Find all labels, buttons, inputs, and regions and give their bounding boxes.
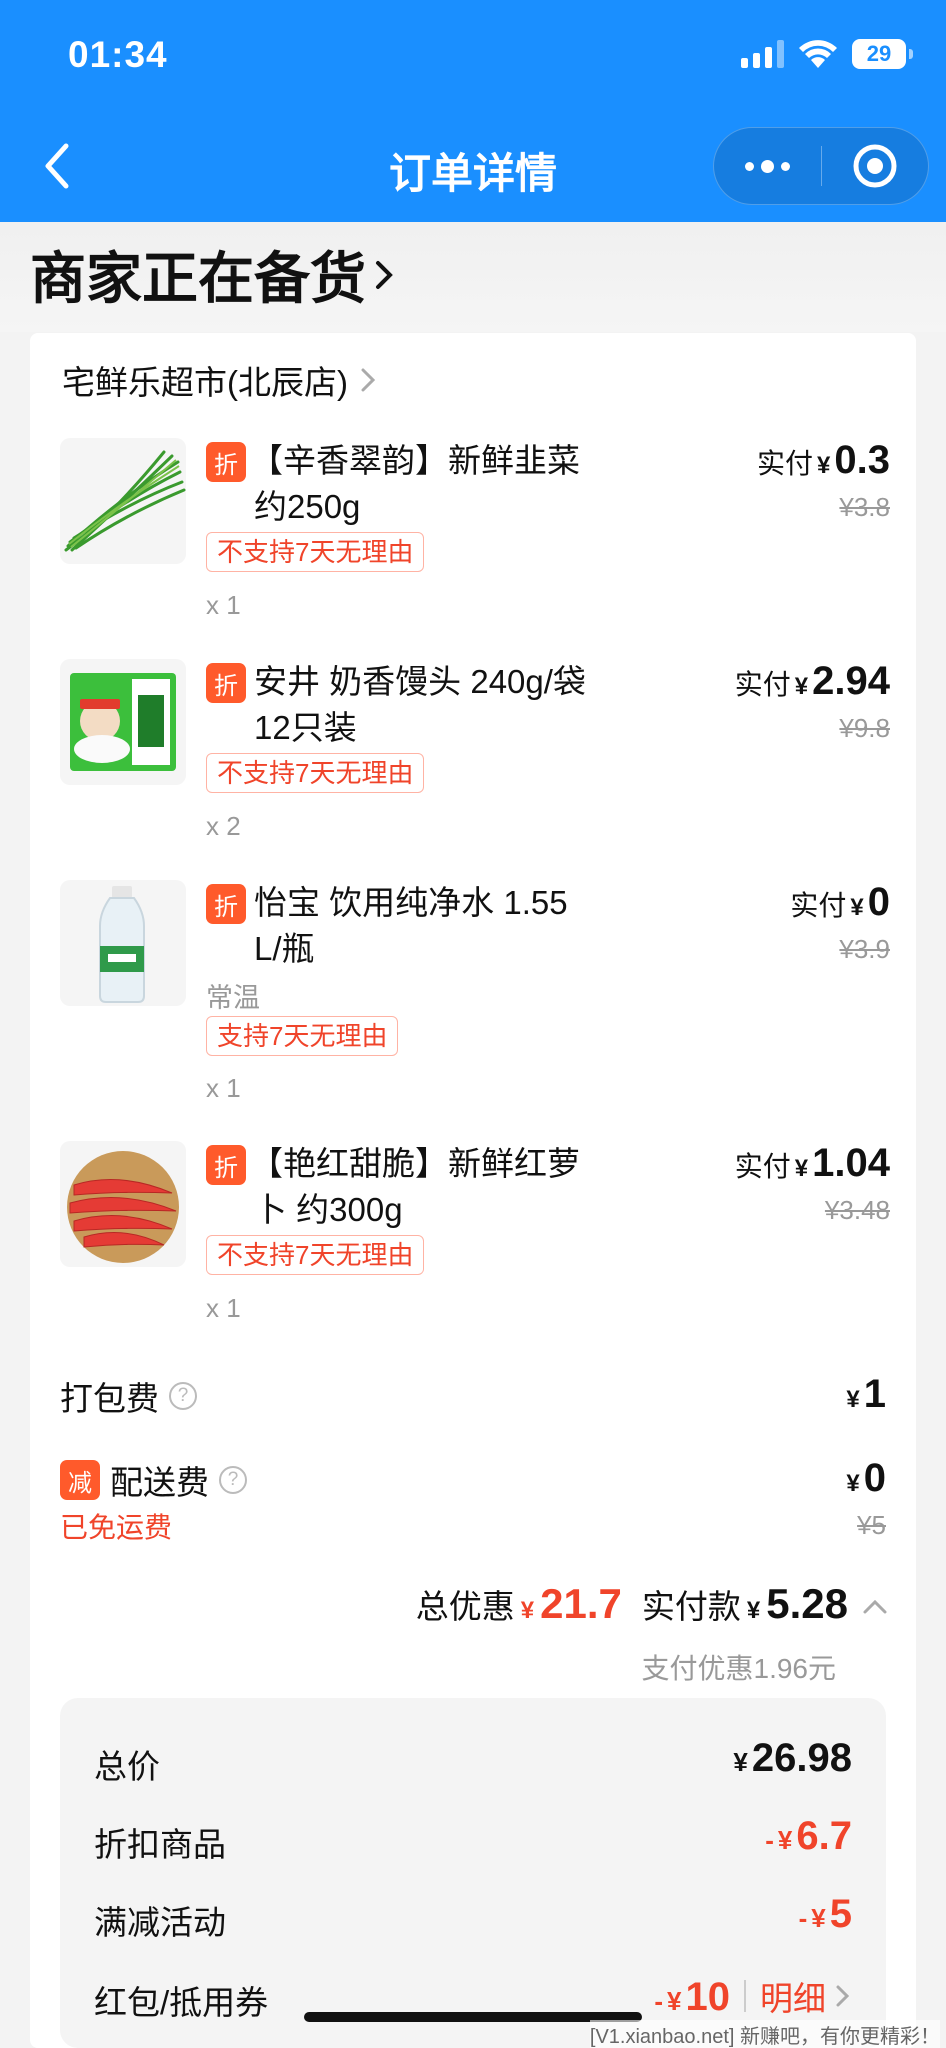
order-item[interactable]: 折 安井 奶香馒头 240g/袋 12只装 不支持7天无理由 x 2 实付 ¥ … (60, 659, 890, 849)
paid-total-label: 实付款 (641, 1588, 741, 1625)
delivery-fee-row: 减 配送费 ? 已免运费 ¥ 0 ¥5 (60, 1456, 886, 1556)
discount-tag: 折 (206, 1145, 246, 1185)
chevron-up-icon (863, 1599, 887, 1614)
return-policy-tag: 不支持7天无理由 (206, 532, 425, 572)
wifi-icon (799, 40, 837, 68)
product-spec: 常温 (206, 983, 260, 1013)
order-item[interactable]: 折 【艳红甜脆】新鲜红萝 卜 约300g 不支持7天无理由 x 1 实付 ¥ 1… (60, 1141, 890, 1331)
order-item[interactable]: 折 【辛香翠韵】新鲜韭菜 约250g 不支持7天无理由 x 1 实付 ¥ 0.3… (60, 438, 890, 628)
packing-fee-amount: ¥ 1 (846, 1372, 886, 1416)
breakdown-row: 满减活动 - ¥ 5 (94, 1892, 852, 1941)
original-price: ¥3.8 (839, 492, 890, 522)
chevron-right-icon (836, 1985, 850, 2007)
discount-tag: 折 (206, 442, 246, 482)
close-mini-program-button[interactable] (821, 128, 928, 204)
quantity: x 1 (206, 590, 241, 620)
divider (744, 1980, 746, 2012)
more-dot-icon (744, 161, 754, 171)
quantity: x 1 (206, 1293, 241, 1323)
product-name: 【辛香翠韵】新鲜韭菜 约250g (250, 442, 580, 525)
packing-fee-row: 打包费 ? ¥ 1 (60, 1372, 886, 1428)
order-item[interactable]: 折 怡宝 饮用纯净水 1.55 L/瓶 常温 支持7天无理由 x 1 实付 ¥ … (60, 880, 890, 1110)
chevron-right-icon (361, 368, 376, 392)
total-discount: 21.7 (540, 1580, 622, 1627)
order-summary[interactable]: 总优惠 ¥ 21.7 实付款 ¥ 5.28 (416, 1580, 890, 1628)
status-time: 01:34 (68, 34, 168, 75)
status-icons: 29 (741, 38, 913, 70)
more-menu-button[interactable] (714, 128, 821, 204)
paid-price: 实付 ¥ 0 (790, 880, 890, 924)
order-status-heading[interactable]: 商家正在备货 (30, 234, 398, 315)
watermark-text: [V1.xianbao.net] 新赚吧，有你更精彩！ (589, 2020, 940, 2048)
total-discount-label: 总优惠 (415, 1588, 515, 1625)
reduction-tag: 减 (60, 1460, 100, 1500)
free-shipping-note: 已免运费 (60, 1512, 173, 1543)
order-status-text: 商家正在备货 (30, 247, 366, 310)
mini-program-capsule (713, 127, 929, 205)
packing-fee-label: 打包费 (60, 1380, 159, 1417)
return-policy-tag: 支持7天无理由 (206, 1016, 399, 1056)
top-bar: 01:34 29 订单详情 (0, 0, 946, 222)
original-price: ¥3.9 (839, 934, 890, 964)
paid-price: 实付 ¥ 0.3 (757, 438, 890, 482)
shop-link[interactable]: 宅鲜乐超市(北辰店) (62, 356, 378, 404)
original-price: ¥9.8 (839, 713, 890, 743)
return-policy-tag: 不支持7天无理由 (206, 1235, 425, 1275)
product-image-carrots (60, 1141, 186, 1267)
product-image-buns (60, 659, 186, 785)
paid-total: 5.28 (766, 1580, 848, 1627)
target-icon (853, 144, 897, 188)
paid-price: 实付 ¥ 1.04 (734, 1141, 890, 1185)
delivery-fee-amount: ¥ 0 (846, 1456, 886, 1500)
product-image-chives (60, 438, 186, 564)
help-icon[interactable]: ? (219, 1466, 247, 1494)
product-image-water (60, 880, 186, 1006)
payment-discount-note: 支付优惠1.96元 (641, 1653, 837, 1684)
more-dot-icon (760, 159, 774, 173)
more-dot-icon (780, 161, 790, 171)
quantity: x 1 (206, 1073, 241, 1103)
shop-name: 宅鲜乐超市(北辰店) (62, 364, 348, 401)
product-name: 【艳红甜脆】新鲜红萝 卜 约300g (250, 1145, 580, 1228)
original-price: ¥3.48 (824, 1195, 890, 1225)
cellular-signal-icon (741, 40, 784, 68)
quantity: x 2 (206, 811, 241, 841)
return-policy-tag: 不支持7天无理由 (206, 753, 425, 793)
discount-tag: 折 (206, 884, 246, 924)
price-breakdown: 总价 ¥ 26.98 折扣商品 - ¥ 6.7 满减活动 - ¥ 5 红包/抵用… (60, 1698, 886, 2048)
delivery-fee-label: 配送费 (110, 1464, 209, 1501)
help-icon[interactable]: ? (169, 1382, 197, 1410)
paid-price: 实付 ¥ 2.94 (734, 659, 890, 703)
chevron-right-icon (376, 260, 393, 289)
breakdown-row: 总价 ¥ 26.98 (94, 1736, 852, 1785)
coupon-detail-link[interactable]: 明细 (760, 1972, 852, 2020)
battery-icon: 29 (852, 39, 913, 69)
breakdown-row: 折扣商品 - ¥ 6.7 (94, 1814, 852, 1863)
discount-tag: 折 (206, 663, 246, 703)
product-name: 怡宝 饮用纯净水 1.55 L/瓶 (254, 884, 568, 967)
delivery-original-fee: ¥5 (857, 1510, 886, 1540)
product-name: 安井 奶香馒头 240g/袋 12只装 (254, 663, 586, 746)
